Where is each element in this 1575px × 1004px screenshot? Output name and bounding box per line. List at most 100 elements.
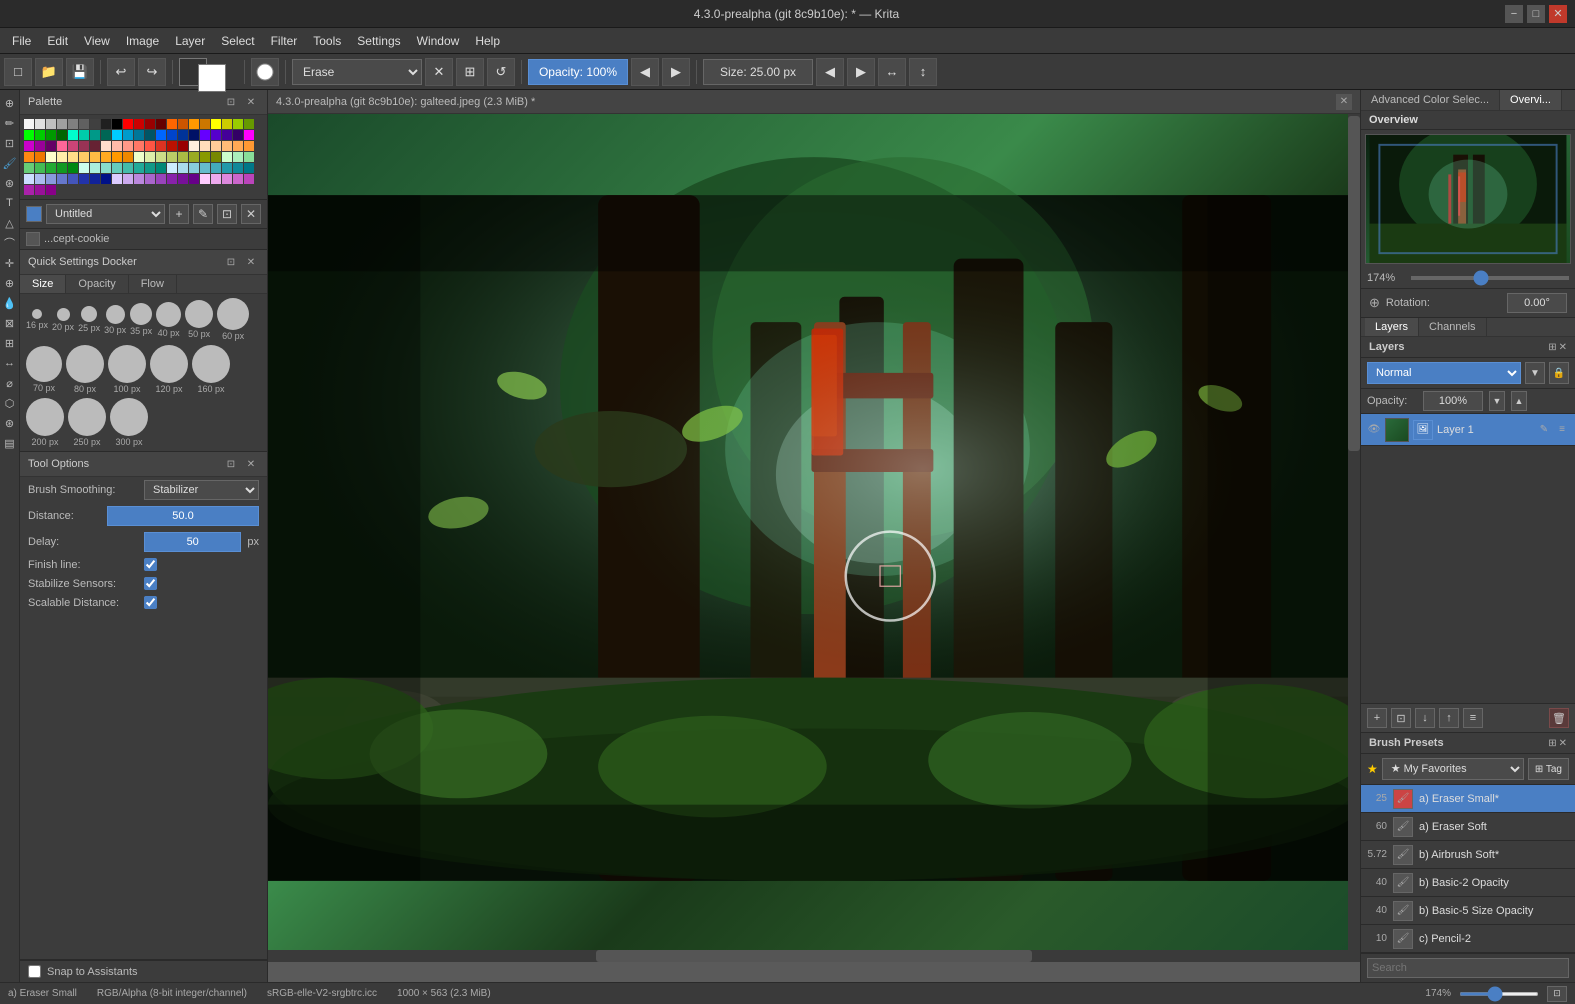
qs-tab-flow[interactable]: Flow [129, 275, 177, 293]
color-swatch[interactable] [200, 152, 210, 162]
brush-presets-settings-btn[interactable]: ⊞ [1548, 738, 1556, 749]
color-swatch[interactable] [46, 141, 56, 151]
brush-item[interactable]: 40🖌b) Basic-2 Opacity [1361, 869, 1575, 897]
color-swatch[interactable] [90, 119, 100, 129]
color-swatch[interactable] [68, 163, 78, 173]
color-swatch[interactable] [24, 174, 34, 184]
color-swatch[interactable] [145, 152, 155, 162]
brush-size-item[interactable]: 20 px [52, 308, 74, 332]
to-float-button[interactable]: ⊡ [223, 456, 239, 472]
color-swatch[interactable] [167, 119, 177, 129]
move-layer-down-btn[interactable]: ↓ [1415, 708, 1435, 728]
color-swatch[interactable] [222, 163, 232, 173]
color-swatch[interactable] [134, 130, 144, 140]
brush-presets-close-btn[interactable]: ✕ [1559, 738, 1567, 749]
eyedropper-tool[interactable]: 💧 [1, 294, 19, 312]
color-swatch[interactable] [156, 130, 166, 140]
color-swatch[interactable] [101, 163, 111, 173]
refresh-button[interactable]: ↺ [487, 58, 515, 86]
layer-visibility-button[interactable]: 👁 [1367, 423, 1381, 437]
color-swatch[interactable] [57, 174, 67, 184]
layer-item[interactable]: 👁 🖼 Layer 1 ✎ ≡ [1361, 414, 1575, 446]
brush-preset-button[interactable] [251, 58, 279, 86]
color-swatch[interactable] [134, 163, 144, 173]
contiguous-select[interactable]: ⬡ [1, 394, 19, 412]
brush-smoothing-select[interactable]: Stabilizer [144, 480, 259, 500]
menu-file[interactable]: File [4, 32, 39, 50]
color-swatch[interactable] [244, 130, 254, 140]
color-swatch[interactable] [145, 141, 155, 151]
size-up[interactable]: ▶ [847, 58, 875, 86]
menu-edit[interactable]: Edit [39, 32, 76, 50]
color-swatch[interactable] [134, 119, 144, 129]
color-swatch[interactable] [24, 119, 34, 129]
color-swatch[interactable] [79, 152, 89, 162]
color-swatch[interactable] [233, 174, 243, 184]
color-swatch[interactable] [167, 174, 177, 184]
color-swatch[interactable] [233, 130, 243, 140]
layer-lock-button[interactable]: 🔒 [1549, 362, 1569, 384]
color-swatch[interactable] [211, 163, 221, 173]
color-swatch[interactable] [244, 163, 254, 173]
brush-size-item[interactable]: 50 px [185, 300, 213, 339]
rotation-input[interactable] [1507, 293, 1567, 313]
color-swatch[interactable] [79, 141, 89, 151]
color-swatch[interactable] [46, 174, 56, 184]
qs-tab-size[interactable]: Size [20, 275, 66, 293]
color-swatch[interactable] [200, 119, 210, 129]
menu-window[interactable]: Window [409, 32, 468, 50]
color-swatch[interactable] [233, 152, 243, 162]
stabilize-sensors-checkbox[interactable] [144, 577, 157, 590]
add-layer-button[interactable]: + [1367, 708, 1387, 728]
color-swatch[interactable] [123, 141, 133, 151]
color-swatch[interactable] [156, 152, 166, 162]
color-swatch[interactable] [178, 130, 188, 140]
color-swatch[interactable] [222, 152, 232, 162]
menu-tools[interactable]: Tools [305, 32, 349, 50]
blend-mode-select[interactable]: Normal [1367, 362, 1521, 384]
color-swatch[interactable] [46, 119, 56, 129]
color-swatch[interactable] [123, 152, 133, 162]
shape-tool[interactable]: △ [1, 214, 19, 232]
color-swatch[interactable] [57, 141, 67, 151]
finish-line-checkbox[interactable] [144, 558, 157, 571]
brush-item[interactable]: 5.72🖌b) Airbrush Soft* [1361, 841, 1575, 869]
brush-size-item[interactable]: 160 px [192, 345, 230, 394]
canvas-scrollbar-horizontal[interactable] [268, 950, 1360, 962]
color-swatch[interactable] [145, 119, 155, 129]
canvas-scrollbar-vertical[interactable] [1348, 114, 1360, 950]
color-swatch[interactable] [68, 174, 78, 184]
color-swatch[interactable] [222, 174, 232, 184]
brush-size-item[interactable]: 70 px [26, 346, 62, 393]
color-swatch[interactable] [46, 185, 56, 195]
color-swatch[interactable] [112, 152, 122, 162]
delay-input[interactable] [144, 532, 241, 552]
opacity-down-button[interactable]: ▼ [1489, 391, 1505, 411]
layers-close-button[interactable]: ✕ [1559, 342, 1567, 353]
color-swatch[interactable] [79, 174, 89, 184]
canvas-area[interactable]: 4.3.0-prealpha (git 8c9b10e): galteed.jp… [268, 90, 1360, 982]
color-swatch[interactable] [46, 130, 56, 140]
color-swatch[interactable] [112, 119, 122, 129]
color-swatch[interactable] [134, 141, 144, 151]
color-swatch[interactable] [68, 130, 78, 140]
tag-button[interactable]: ⊞ Tag [1528, 758, 1569, 780]
brush-item[interactable]: 60🖌a) Eraser Soft [1361, 813, 1575, 841]
qs-float-button[interactable]: ⊡ [223, 254, 239, 270]
color-swatch[interactable] [101, 152, 111, 162]
color-swatch[interactable] [233, 141, 243, 151]
layer-options-btn[interactable]: ≡ [1463, 708, 1483, 728]
color-swatch[interactable] [57, 163, 67, 173]
color-swatch[interactable] [189, 174, 199, 184]
color-swatch[interactable] [24, 141, 34, 151]
move-tool[interactable]: ✛ [1, 254, 19, 272]
brush-size-item[interactable]: 300 px [110, 398, 148, 447]
zoom-fit-button[interactable]: ⊡ [1547, 986, 1567, 1002]
color-swatch[interactable] [123, 163, 133, 173]
color-swatch[interactable] [178, 163, 188, 173]
color-swatch[interactable] [167, 130, 177, 140]
color-swatch[interactable] [24, 130, 34, 140]
color-swatch[interactable] [134, 152, 144, 162]
color-swatch[interactable] [101, 119, 111, 129]
color-swatch[interactable] [178, 141, 188, 151]
